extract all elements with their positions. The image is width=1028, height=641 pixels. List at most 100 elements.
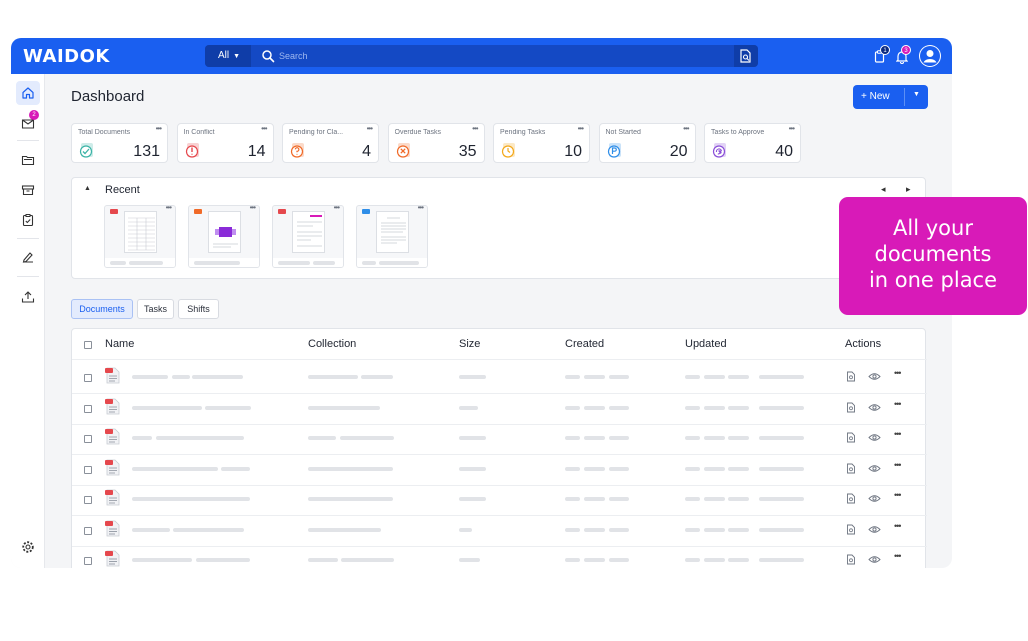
stat-card[interactable]: Not Started ••• 20 [598, 123, 696, 163]
more-icon[interactable]: ••• [250, 206, 256, 212]
row-checkbox[interactable] [84, 404, 92, 413]
search-scope-select[interactable]: All ▼ [205, 45, 251, 67]
row-checkbox[interactable] [84, 465, 92, 474]
select-all-checkbox[interactable] [84, 341, 92, 349]
loading-placeholder [704, 436, 725, 440]
sidebar-item-upload[interactable] [16, 285, 40, 309]
column-header-created[interactable]: Created [565, 338, 604, 350]
more-icon[interactable]: ••• [472, 124, 478, 133]
loading-placeholder [759, 497, 804, 501]
eye-icon[interactable] [868, 525, 881, 534]
column-header-name[interactable]: Name [105, 338, 134, 350]
row-checkbox[interactable] [84, 526, 92, 535]
loading-placeholder [609, 405, 629, 410]
eye-icon[interactable] [868, 464, 881, 473]
more-icon[interactable]: ••• [894, 399, 902, 409]
row-checkbox[interactable] [84, 374, 92, 382]
more-icon[interactable]: ••• [894, 521, 902, 531]
collapse-icon[interactable]: ▲ [84, 185, 91, 192]
row-checkbox[interactable] [84, 557, 92, 565]
document-search-icon[interactable] [846, 432, 857, 443]
stat-card[interactable]: Pending for Cla... ••• 4 [282, 123, 379, 163]
column-header-size[interactable]: Size [459, 338, 480, 350]
stat-card[interactable]: Tasks to Approve ••• 40 [704, 123, 801, 163]
sidebar-item-inbox[interactable]: 2 [16, 110, 40, 135]
sidebar-item-tasks[interactable] [16, 208, 40, 232]
more-icon[interactable]: ••• [578, 124, 584, 133]
loading-placeholder [759, 375, 804, 379]
sidebar-item-home[interactable] [16, 81, 40, 105]
eye-icon[interactable] [868, 494, 881, 503]
more-icon[interactable]: ••• [334, 206, 340, 212]
search-input[interactable] [279, 45, 719, 67]
sidebar-item-signatures[interactable] [16, 245, 40, 269]
more-icon[interactable]: ••• [683, 124, 689, 133]
eye-icon[interactable] [868, 372, 881, 381]
table-row[interactable]: ••• [72, 550, 927, 568]
sidebar-item-archive[interactable] [16, 178, 40, 202]
sidebar-item-documents[interactable] [16, 148, 40, 172]
user-avatar[interactable] [919, 45, 941, 67]
recent-document-card[interactable]: ••• [272, 205, 344, 268]
recent-document-card[interactable]: ••• [356, 205, 428, 268]
loading-placeholder [192, 375, 243, 379]
pdf-file-icon [105, 550, 120, 567]
more-icon[interactable]: ••• [894, 460, 902, 470]
stat-card[interactable]: Overdue Tasks ••• 35 [387, 123, 485, 163]
recent-document-card[interactable]: ••• [104, 205, 176, 268]
notifications-button[interactable]: 3 [895, 45, 911, 64]
chevron-right-icon[interactable]: ▸ [906, 184, 911, 195]
tab-tasks[interactable]: Tasks [137, 299, 174, 319]
document-search-icon[interactable] [846, 554, 857, 565]
sidebar-item-settings[interactable] [16, 535, 40, 559]
document-search-icon[interactable] [846, 493, 857, 504]
more-icon[interactable]: ••• [789, 124, 795, 133]
app-logo[interactable]: WAIDOK [23, 46, 110, 67]
eye-icon[interactable] [868, 433, 881, 442]
loading-placeholder [132, 436, 152, 440]
column-header-updated[interactable]: Updated [685, 338, 727, 350]
row-checkbox[interactable] [84, 435, 92, 443]
loading-placeholder [584, 375, 605, 379]
more-icon[interactable]: ••• [261, 124, 267, 133]
card-footer [105, 258, 175, 267]
new-button[interactable]: + New ▼ [853, 85, 928, 109]
chevron-down-icon[interactable]: ▼ [913, 91, 920, 98]
document-search-icon[interactable] [846, 524, 857, 535]
more-icon[interactable]: ••• [367, 124, 373, 133]
document-preview [208, 211, 241, 253]
more-icon[interactable]: ••• [156, 124, 162, 133]
pdf-file-icon [105, 489, 120, 506]
row-checkbox[interactable] [84, 496, 92, 504]
more-icon[interactable]: ••• [894, 429, 902, 439]
loading-placeholder [308, 497, 393, 501]
loading-placeholder [685, 558, 700, 562]
loading-placeholder [565, 527, 580, 532]
more-icon[interactable]: ••• [166, 206, 172, 212]
document-search-icon[interactable] [846, 402, 857, 413]
stat-card[interactable]: In Conflict ••• 14 [176, 123, 274, 163]
tab-shifts[interactable]: Shifts [178, 299, 219, 319]
app-window: WAIDOK All▼ 1 [11, 38, 952, 568]
chevron-left-icon[interactable]: ◂ [881, 184, 886, 195]
more-icon[interactable]: ••• [418, 206, 424, 212]
tab-documents[interactable]: Documents [71, 299, 133, 319]
eye-icon[interactable] [868, 403, 881, 412]
document-search-button[interactable] [734, 45, 758, 67]
more-icon[interactable]: ••• [894, 551, 902, 561]
loading-placeholder [308, 527, 381, 532]
eye-icon[interactable] [868, 555, 881, 564]
stat-card[interactable]: Total Documents ••• 131 [71, 123, 168, 163]
stat-label: Tasks to Approve [711, 129, 765, 136]
document-preview [124, 211, 157, 253]
document-search-icon[interactable] [846, 463, 857, 474]
recent-document-card[interactable]: ••• [188, 205, 260, 268]
tasks-button[interactable]: 1 [873, 45, 890, 64]
more-icon[interactable]: ••• [894, 368, 902, 378]
stat-card[interactable]: Pending Tasks ••• 10 [493, 123, 590, 163]
more-icon[interactable]: ••• [894, 490, 902, 500]
column-header-collection[interactable]: Collection [308, 338, 356, 350]
loading-placeholder [609, 466, 629, 471]
document-search-icon[interactable] [846, 371, 857, 382]
loading-placeholder [728, 436, 749, 440]
